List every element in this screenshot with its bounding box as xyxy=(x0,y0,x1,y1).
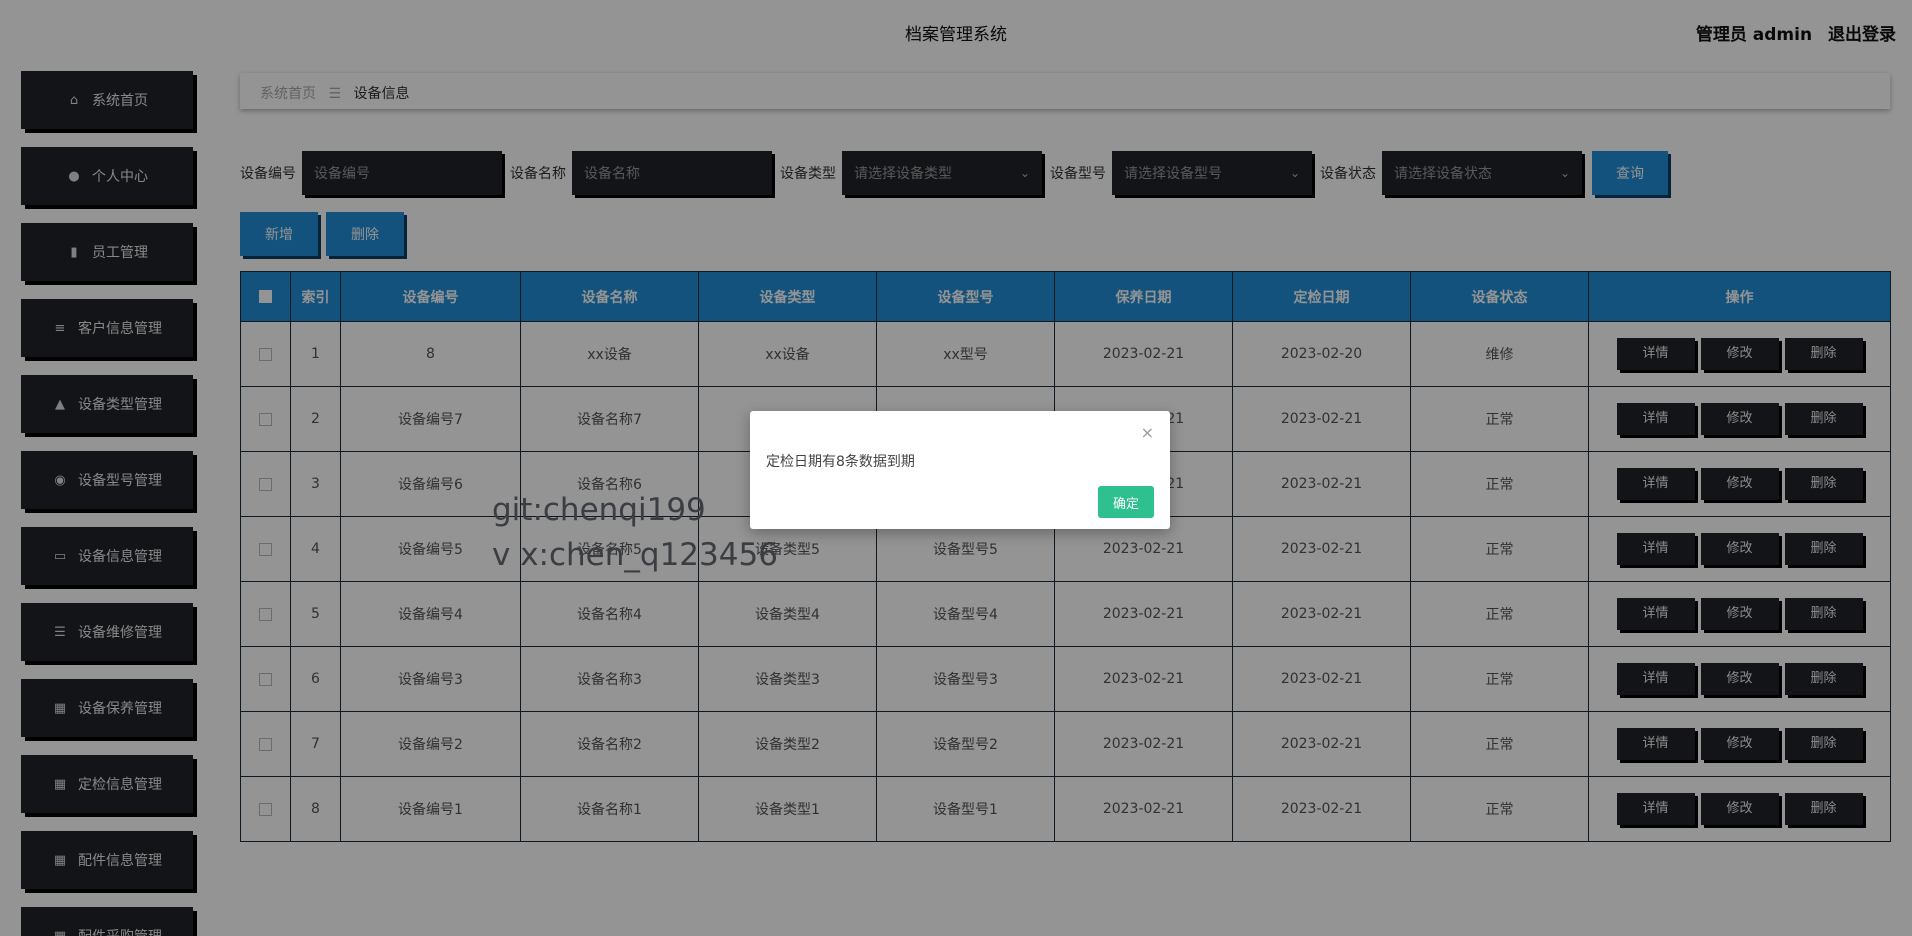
watermark-line-1: git:chenqi199 xyxy=(492,492,706,528)
confirm-button[interactable]: 确定 xyxy=(1098,486,1154,518)
close-icon[interactable]: × xyxy=(1141,423,1154,442)
dialog-message: 定检日期有8条数据到期 xyxy=(766,454,915,470)
watermark: git:chenqi199 v x:chen_q123456 xyxy=(492,488,778,578)
watermark-line-2: v x:chen_q123456 xyxy=(492,537,778,573)
alert-dialog: × 定检日期有8条数据到期 确定 xyxy=(750,411,1170,529)
